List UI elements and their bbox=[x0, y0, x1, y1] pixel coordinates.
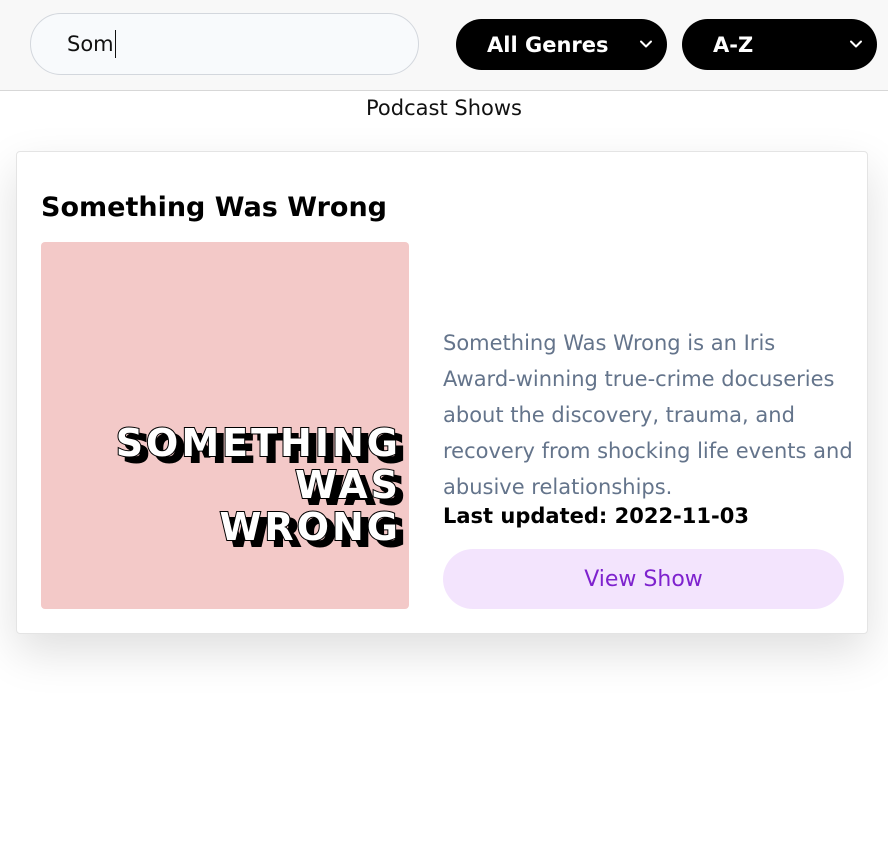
chevron-down-icon bbox=[850, 40, 862, 48]
svg-text:SOMETHING: SOMETHING bbox=[116, 421, 401, 465]
text-caret bbox=[114, 30, 116, 58]
show-cover-image: SOMETHING SOMETHING WAS WAS WRONG WRONG bbox=[41, 242, 409, 609]
sort-select[interactable]: A-Z bbox=[682, 19, 877, 70]
top-bar: Som All Genres A-Z bbox=[0, 0, 888, 91]
svg-text:WRONG: WRONG bbox=[220, 505, 401, 549]
show-description: Something Was Wrong is an Iris Award-win… bbox=[443, 331, 853, 499]
page-title: Podcast Shows bbox=[366, 96, 522, 120]
last-updated: Last updated: 2022-11-03 bbox=[443, 504, 749, 528]
chevron-down-icon bbox=[640, 40, 652, 48]
genre-select-value: All Genres bbox=[487, 32, 609, 57]
genre-select[interactable]: All Genres bbox=[456, 19, 667, 70]
show-title: Something Was Wrong bbox=[41, 192, 388, 223]
cover-artwork: SOMETHING SOMETHING WAS WAS WRONG WRONG bbox=[115, 420, 406, 556]
search-input-value: Som bbox=[67, 32, 114, 56]
show-card: Something Was Wrong SOMETHING SOMETHING … bbox=[16, 151, 868, 634]
view-show-button[interactable]: View Show bbox=[443, 549, 844, 609]
sort-select-value: A-Z bbox=[713, 32, 754, 57]
svg-text:WAS: WAS bbox=[295, 463, 401, 507]
search-input[interactable]: Som bbox=[30, 13, 419, 75]
